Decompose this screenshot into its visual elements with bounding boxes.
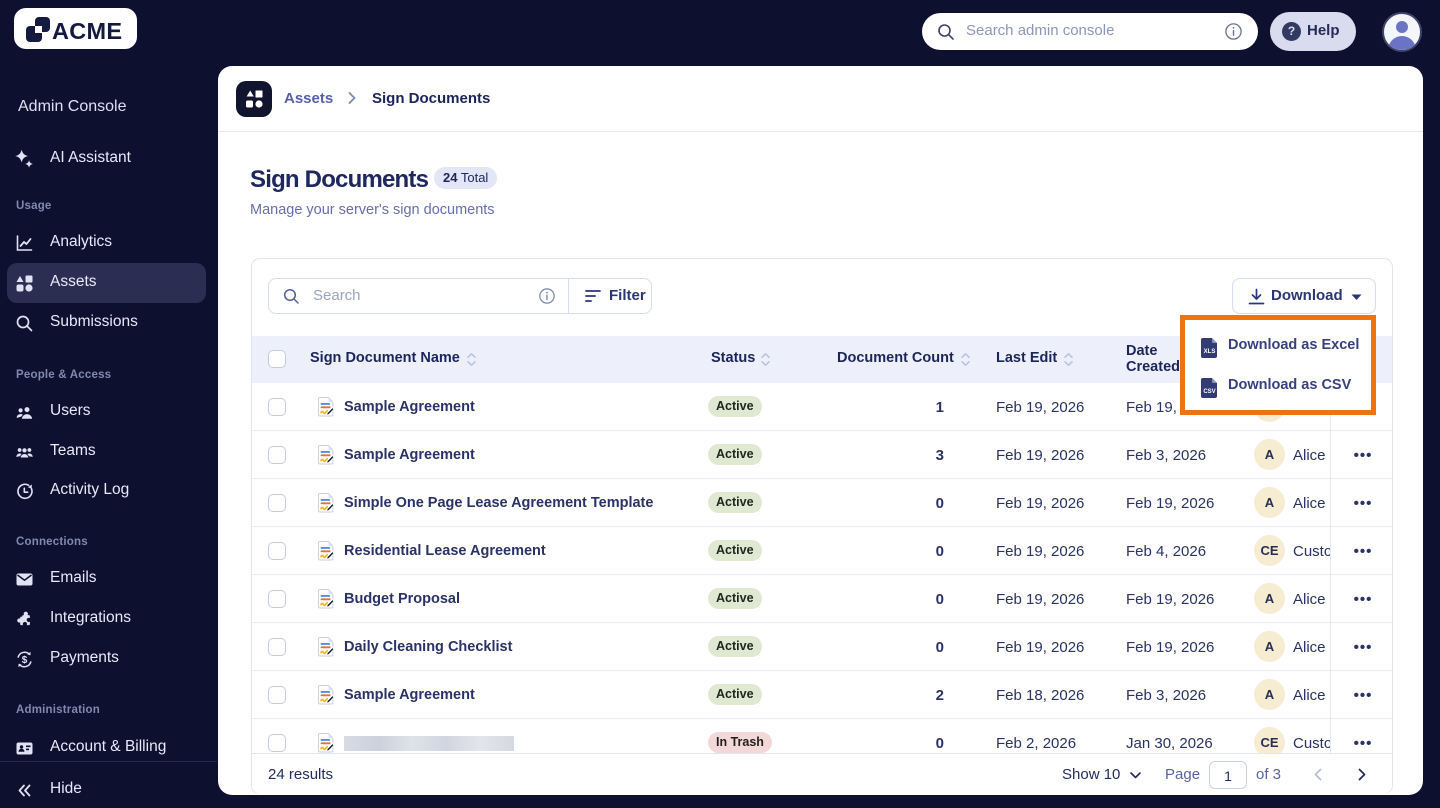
svg-text:CSV: CSV [1203, 389, 1215, 395]
svg-text:ACME: ACME [52, 18, 122, 44]
svg-text:$: $ [22, 655, 28, 666]
svg-text:XLS: XLS [1204, 349, 1216, 355]
